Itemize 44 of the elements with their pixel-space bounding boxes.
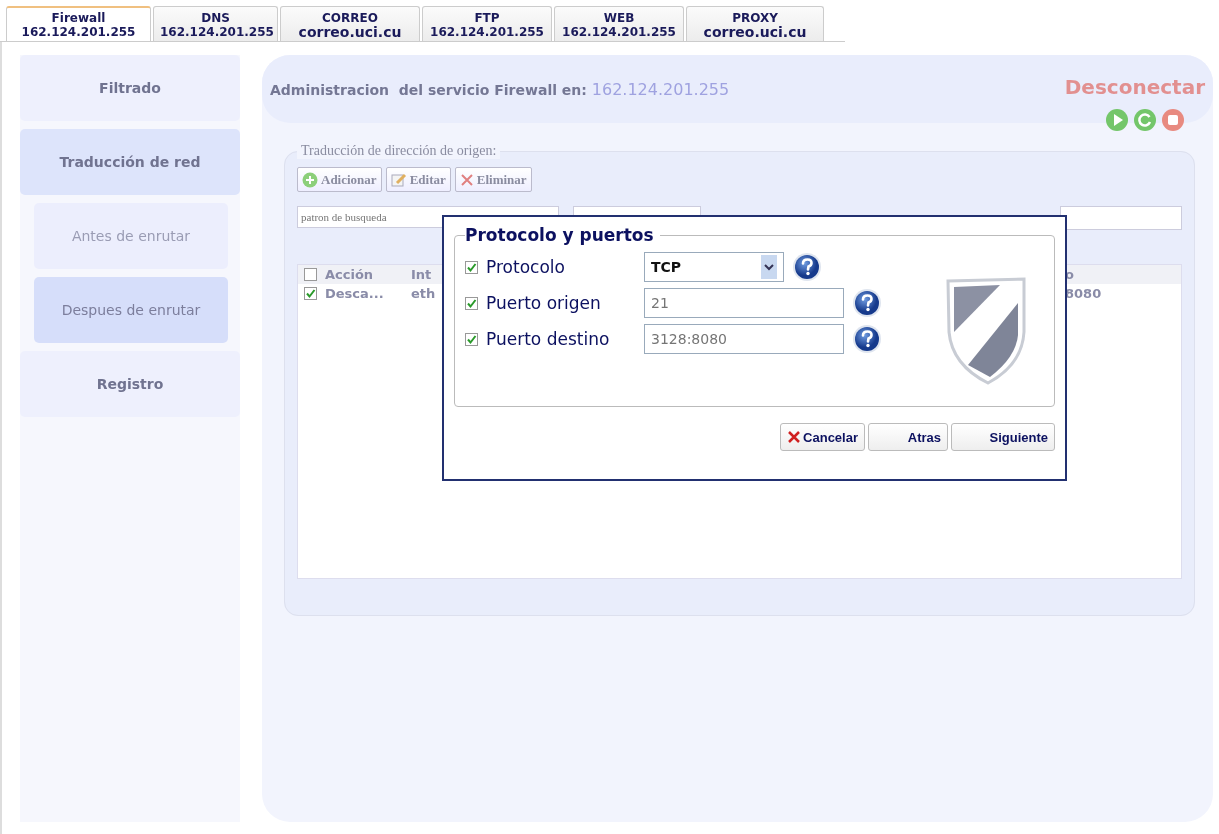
table-cell-text: eth	[411, 286, 437, 301]
tab[interactable]: DNS 162.124.201.255	[153, 6, 278, 41]
cancel-button[interactable]: Cancelar	[780, 423, 865, 451]
back-button[interactable]: Atras	[868, 423, 948, 451]
sidebar-item[interactable]: Registro	[20, 351, 240, 417]
server-address: 162.124.201.255	[591, 79, 730, 99]
field-label: Protocolo	[486, 257, 566, 277]
column-header: Int	[411, 267, 433, 282]
input-field[interactable]: 21	[644, 288, 844, 318]
select-field[interactable]	[1060, 206, 1182, 230]
pencil-icon	[390, 171, 407, 188]
checkbox[interactable]	[304, 287, 317, 300]
next-button[interactable]: Siguiente	[951, 423, 1055, 451]
checkbox[interactable]	[304, 268, 317, 281]
tab[interactable]: Firewall 162.124.201.255	[6, 6, 151, 41]
protocol-select[interactable]: TCP	[644, 252, 784, 282]
sidebar-item[interactable]: Traducción de red	[20, 129, 240, 195]
tab[interactable]: WEB 162.124.201.255	[554, 6, 684, 41]
table-cell-text: Desca...	[325, 286, 385, 301]
checkbox[interactable]	[465, 332, 478, 346]
tab[interactable]: FTP 162.124.201.255	[422, 6, 552, 41]
play-icon[interactable]	[1105, 108, 1129, 132]
checkbox[interactable]	[465, 260, 478, 274]
service-title: Administracion del servicio Firewall en:	[270, 81, 588, 98]
sidebar-item[interactable]: Filtrado	[20, 55, 240, 121]
plus-icon	[302, 171, 318, 188]
cross-icon	[459, 172, 474, 187]
caret-icon	[764, 263, 774, 271]
checkbox[interactable]	[465, 296, 478, 310]
input-field[interactable]: 3128:8080	[644, 324, 844, 354]
tab[interactable]: PROXY correo.uci.cu	[686, 6, 824, 41]
tab[interactable]: CORREO correo.uci.cu	[280, 6, 420, 41]
shield-icon	[946, 277, 1026, 385]
column-header: Acción	[325, 267, 375, 282]
field-label: Puerto origen	[486, 293, 602, 313]
field-label: Puerto destino	[486, 329, 611, 349]
table-cell-text: 8080	[1065, 286, 1103, 301]
section-legend: Traducción de dirección de origen:	[297, 143, 501, 159]
help-icon[interactable]	[792, 252, 822, 282]
help-icon[interactable]	[852, 324, 882, 354]
cross-icon	[787, 430, 802, 444]
stop-icon[interactable]	[1161, 108, 1185, 132]
restart-icon[interactable]	[1133, 108, 1157, 132]
help-icon[interactable]	[852, 288, 882, 318]
